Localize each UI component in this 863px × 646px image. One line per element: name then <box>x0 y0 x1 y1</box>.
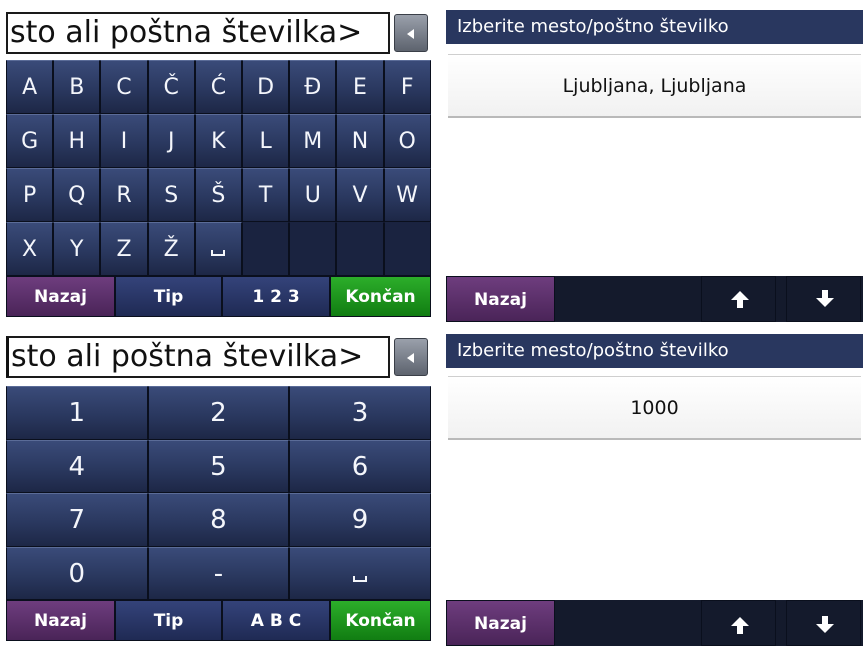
search-input[interactable]: sto ali poštna številka> <box>6 336 390 378</box>
key[interactable]: 6 <box>289 439 431 493</box>
numeric-keyboard-screen: sto ali poštna številka> 123 456 789 0- Naz… <box>0 330 437 646</box>
key[interactable]: 3 <box>289 386 431 440</box>
key[interactable]: Y <box>53 222 101 276</box>
key[interactable]: - <box>147 546 290 600</box>
empty-key <box>383 222 431 276</box>
space-key[interactable] <box>194 222 242 276</box>
key[interactable]: X <box>6 222 54 276</box>
key[interactable]: 4 <box>6 439 148 493</box>
type-button[interactable]: Tip <box>115 600 222 641</box>
key[interactable]: R <box>100 168 148 222</box>
search-input-row: sto ali poštna številka> <box>0 330 437 390</box>
key[interactable]: 1 <box>6 386 148 440</box>
keyboard-action-bar: Nazaj Tip 1 2 3 Končan <box>6 276 431 317</box>
results-title: Izberite mesto/poštno številko <box>446 10 863 44</box>
numeric-mode-button[interactable]: 1 2 3 <box>222 276 330 317</box>
scroll-up-button[interactable] <box>701 600 776 646</box>
down-arrow-icon <box>816 616 834 633</box>
letter-key-grid: ABCČĆDĐEF GHIJKLMNO PQRSŠTUVW XYZŽ <box>6 60 431 276</box>
space-bar-icon <box>211 250 226 256</box>
key[interactable]: F <box>383 60 431 114</box>
empty-key <box>289 222 337 276</box>
results-action-bar: Nazaj <box>446 276 863 322</box>
backspace-arrow-icon <box>407 29 414 39</box>
key[interactable]: V <box>336 168 384 222</box>
empty-key <box>242 222 290 276</box>
down-arrow-icon <box>816 290 834 307</box>
key[interactable]: A <box>6 60 54 114</box>
backspace-arrow-icon <box>407 353 414 363</box>
done-button[interactable]: Končan <box>330 276 431 317</box>
empty-key <box>336 222 384 276</box>
type-button[interactable]: Tip <box>115 276 222 317</box>
key[interactable]: N <box>336 114 384 168</box>
key[interactable]: B <box>53 60 101 114</box>
key[interactable]: W <box>383 168 431 222</box>
key[interactable]: S <box>147 168 195 222</box>
key[interactable]: 0 <box>6 546 148 600</box>
key[interactable]: K <box>194 114 242 168</box>
key[interactable]: I <box>100 114 148 168</box>
done-button[interactable]: Končan <box>330 600 431 641</box>
space-key[interactable] <box>289 546 431 600</box>
back-button[interactable]: Nazaj <box>6 600 115 641</box>
key[interactable]: D <box>242 60 290 114</box>
space-bar-icon <box>352 575 367 582</box>
key[interactable]: T <box>242 168 290 222</box>
key[interactable]: Ž <box>147 222 195 276</box>
search-input[interactable]: sto ali poštna številka> <box>6 12 390 54</box>
key[interactable]: E <box>336 60 384 114</box>
key[interactable]: M <box>289 114 337 168</box>
backspace-button[interactable] <box>394 338 428 376</box>
key[interactable]: Đ <box>289 60 337 114</box>
results-back-button[interactable]: Nazaj <box>446 600 555 646</box>
key[interactable]: J <box>147 114 195 168</box>
scroll-down-button[interactable] <box>786 276 861 322</box>
letter-mode-button[interactable]: A B C <box>222 600 330 641</box>
results-action-bar: Nazaj <box>446 600 863 646</box>
key[interactable]: L <box>242 114 290 168</box>
key[interactable]: P <box>6 168 54 222</box>
scroll-up-button[interactable] <box>701 276 776 322</box>
key[interactable]: U <box>289 168 337 222</box>
up-arrow-icon <box>731 617 749 634</box>
key[interactable]: 9 <box>289 493 431 547</box>
key[interactable]: 8 <box>147 493 290 547</box>
key[interactable]: O <box>383 114 431 168</box>
key[interactable]: Č <box>147 60 195 114</box>
keyboard-action-bar: Nazaj Tip A B C Končan <box>6 600 431 641</box>
key[interactable]: C <box>100 60 148 114</box>
key[interactable]: Ć <box>194 60 242 114</box>
key[interactable]: G <box>6 114 54 168</box>
results-back-button[interactable]: Nazaj <box>446 276 555 322</box>
search-input-row: sto ali poštna številka> <box>0 0 437 60</box>
key[interactable]: H <box>53 114 101 168</box>
backspace-button[interactable] <box>394 14 428 52</box>
scroll-down-button[interactable] <box>786 600 861 646</box>
results-screen: Izberite mesto/poštno številko 1000 Naza… <box>446 330 863 646</box>
results-screen: Izberite mesto/poštno številko Ljubljana… <box>446 0 863 330</box>
key[interactable]: 7 <box>6 493 148 547</box>
key[interactable]: Š <box>194 168 242 222</box>
key[interactable]: 5 <box>147 439 290 493</box>
result-item[interactable]: Ljubljana, Ljubljana <box>448 54 861 118</box>
key[interactable]: 2 <box>147 386 290 440</box>
results-title: Izberite mesto/poštno številko <box>446 334 863 368</box>
result-item[interactable]: 1000 <box>448 376 861 440</box>
key[interactable]: Z <box>100 222 148 276</box>
key[interactable]: Q <box>53 168 101 222</box>
up-arrow-icon <box>731 291 749 308</box>
letter-keyboard-screen: sto ali poštna številka> ABCČĆDĐEF GHIJKL… <box>0 0 437 321</box>
back-button[interactable]: Nazaj <box>6 276 115 317</box>
numeric-key-grid: 123 456 789 0- <box>6 386 431 600</box>
